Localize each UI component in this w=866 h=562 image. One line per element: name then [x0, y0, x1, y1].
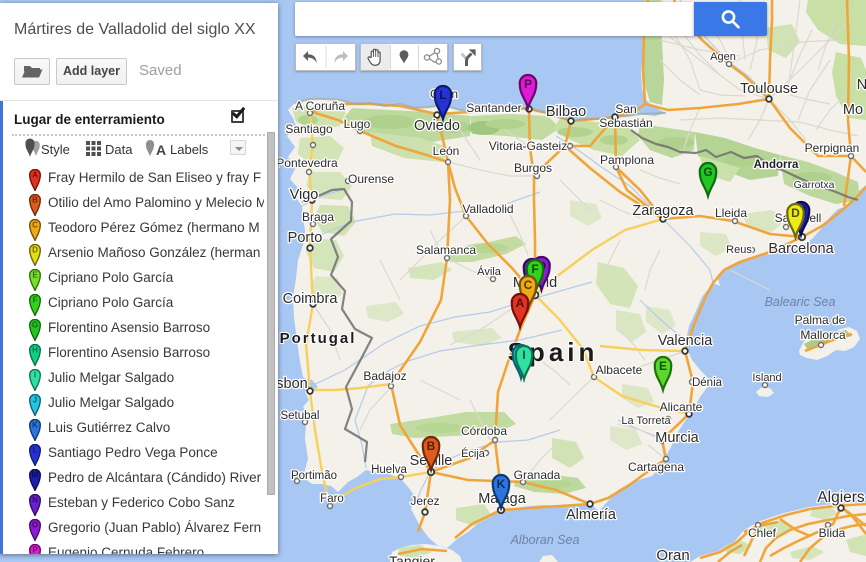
svg-text:Mallorca: Mallorca — [800, 328, 846, 342]
svg-text:A: A — [516, 296, 525, 310]
svg-text:Garrotxa: Garrotxa — [794, 179, 835, 191]
svg-text:Huelva: Huelva — [371, 464, 407, 476]
svg-text:Bilbao: Bilbao — [546, 104, 586, 120]
svg-text:L: L — [439, 88, 446, 102]
svg-text:Andorra: Andorra — [754, 159, 799, 171]
svg-text:I: I — [522, 348, 525, 362]
svg-text:Granada: Granada — [514, 468, 561, 482]
svg-text:Lleida: Lleida — [715, 206, 747, 220]
svg-text:E: E — [32, 271, 38, 280]
svg-text:Écija: Écija — [461, 447, 486, 460]
svg-text:Santiago: Santiago — [285, 122, 333, 136]
svg-text:J: J — [33, 396, 37, 405]
svg-text:K: K — [497, 477, 506, 491]
svg-text:F: F — [531, 262, 538, 276]
svg-text:Almería: Almería — [566, 507, 617, 523]
svg-text:N: N — [32, 496, 38, 505]
svg-text:Chlef: Chlef — [748, 526, 777, 540]
svg-text:Faro: Faro — [320, 493, 344, 505]
svg-text:C: C — [32, 221, 38, 230]
svg-text:D: D — [791, 206, 800, 220]
svg-text:K: K — [32, 421, 38, 430]
svg-text:La Torreta: La Torreta — [621, 415, 671, 427]
svg-text:I: I — [34, 371, 36, 380]
svg-text:Braga: Braga — [302, 210, 334, 224]
svg-text:Toulouse: Toulouse — [740, 81, 798, 97]
svg-text:Ávila: Ávila — [477, 265, 502, 278]
svg-text:Valencia: Valencia — [658, 333, 713, 349]
svg-text:O: O — [32, 521, 38, 530]
svg-text:P: P — [32, 546, 38, 555]
svg-text:G: G — [703, 165, 712, 179]
svg-text:Alicante: Alicante — [660, 400, 703, 414]
svg-text:A: A — [32, 171, 38, 180]
svg-text:Vigo: Vigo — [290, 187, 319, 203]
svg-text:H: H — [32, 346, 38, 355]
svg-text:A Coruña: A Coruña — [295, 99, 345, 113]
svg-text:Perpignan: Perpignan — [805, 141, 860, 155]
svg-text:Pontevedra: Pontevedra — [276, 156, 338, 170]
svg-text:Coimbra: Coimbra — [283, 291, 339, 307]
svg-text:Reus: Reus — [726, 244, 752, 256]
svg-text:Lugo: Lugo — [344, 117, 371, 131]
svg-text:Albacete: Albacete — [596, 363, 643, 377]
svg-text:Barcelona: Barcelona — [768, 241, 834, 257]
svg-text:Island: Island — [752, 372, 781, 384]
svg-text:San: San — [615, 102, 636, 116]
svg-text:Porto: Porto — [288, 230, 323, 246]
svg-text:Murcia: Murcia — [655, 430, 699, 446]
svg-text:Dénia: Dénia — [692, 377, 723, 389]
svg-text:Setubal: Setubal — [280, 410, 319, 422]
svg-text:Pamplona: Pamplona — [600, 153, 654, 167]
svg-text:Vitoria-Gasteiz: Vitoria-Gasteiz — [489, 139, 567, 153]
svg-text:Portugal: Portugal — [280, 330, 357, 347]
svg-text:Santander: Santander — [466, 101, 521, 115]
svg-text:N: N — [857, 77, 866, 93]
svg-text:Palma de: Palma de — [795, 313, 846, 327]
svg-text:L: L — [33, 446, 38, 455]
svg-text:sbon: sbon — [276, 376, 307, 392]
svg-text:M: M — [32, 471, 39, 480]
svg-text:Algiers: Algiers — [817, 489, 865, 506]
svg-text:E: E — [659, 359, 667, 373]
svg-text:Sebastián: Sebastián — [599, 116, 652, 130]
svg-text:Salamanca: Salamanca — [416, 243, 476, 257]
svg-text:G: G — [32, 321, 38, 330]
svg-text:Balearic Sea: Balearic Sea — [765, 295, 836, 309]
svg-text:P: P — [524, 77, 532, 91]
svg-text:Tangier: Tangier — [389, 553, 435, 562]
svg-text:Ourense: Ourense — [348, 172, 394, 186]
svg-text:Mo: Mo — [843, 102, 863, 118]
svg-text:F: F — [33, 296, 38, 305]
svg-text:Oviedo: Oviedo — [414, 118, 460, 134]
svg-text:Badajoz: Badajoz — [363, 369, 406, 383]
svg-text:Agen: Agen — [710, 51, 736, 63]
svg-text:Portimão: Portimão — [291, 470, 337, 482]
svg-text:Cartagena: Cartagena — [628, 460, 684, 474]
svg-text:B: B — [427, 439, 436, 453]
svg-text:B: B — [32, 196, 38, 205]
svg-text:C: C — [524, 278, 533, 292]
svg-text:Jerez: Jerez — [410, 494, 439, 508]
svg-text:D: D — [32, 246, 38, 255]
svg-text:Blida: Blida — [819, 526, 846, 540]
svg-text:Burgos: Burgos — [514, 161, 552, 175]
svg-text:Valladolid: Valladolid — [462, 202, 513, 216]
svg-text:León: León — [433, 144, 460, 158]
svg-text:Zaragoza: Zaragoza — [632, 203, 694, 219]
svg-text:Alboran Sea: Alboran Sea — [510, 533, 580, 547]
svg-text:Oran: Oran — [656, 547, 689, 562]
svg-text:Córdoba: Córdoba — [461, 424, 507, 438]
